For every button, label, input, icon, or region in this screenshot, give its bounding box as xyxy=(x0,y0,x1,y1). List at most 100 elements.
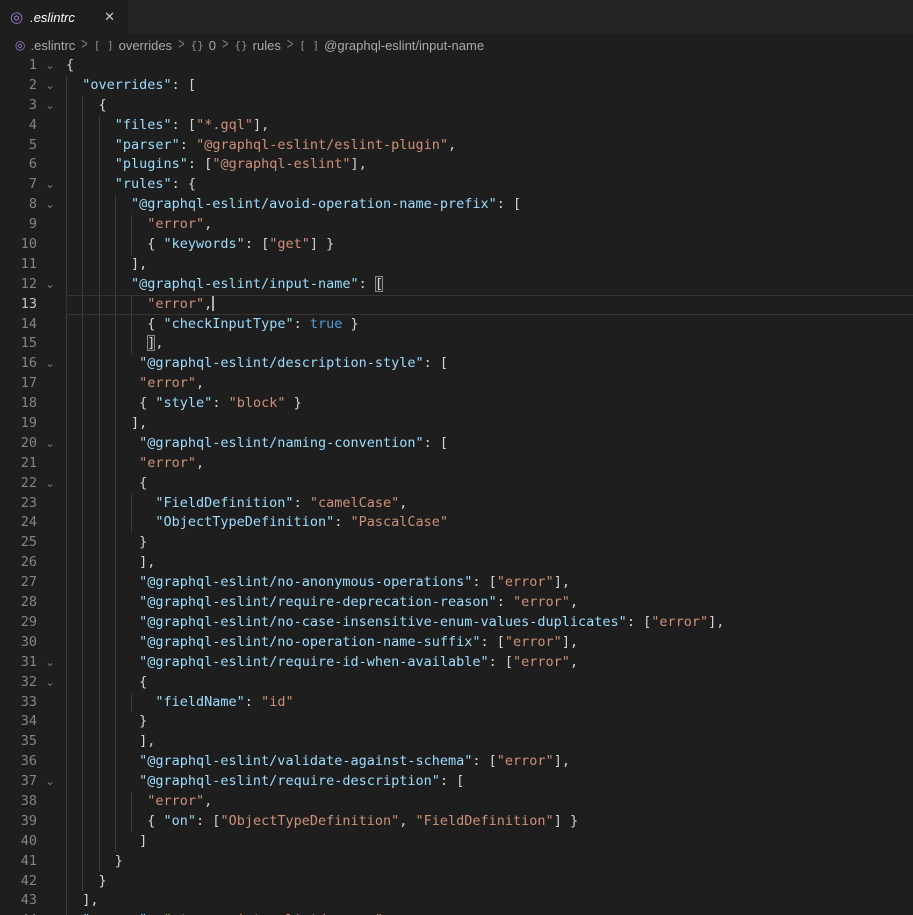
code-line[interactable]: 9"error", xyxy=(0,215,913,235)
code-content[interactable]: "@graphql-eslint/avoid-operation-name-pr… xyxy=(63,195,913,215)
code-content[interactable]: ], xyxy=(63,732,913,752)
fold-chevron-icon[interactable]: ⌄ xyxy=(37,76,63,96)
code-content[interactable]: "ObjectTypeDefinition": "PascalCase" xyxy=(63,513,913,533)
code-line[interactable]: 2⌄"overrides": [ xyxy=(0,76,913,96)
breadcrumb-item--graphql-eslint-input-name[interactable]: [ ]@graphql-eslint/input-name xyxy=(299,38,484,53)
code-line[interactable]: 26], xyxy=(0,553,913,573)
code-line[interactable]: 13"error", xyxy=(0,295,913,315)
code-content[interactable]: "parser": "@graphql-eslint/eslint-plugin… xyxy=(63,136,913,156)
code-content[interactable]: "@graphql-eslint/require-deprecation-rea… xyxy=(63,593,913,613)
code-line[interactable]: 4"files": ["*.gql"], xyxy=(0,116,913,136)
code-line[interactable]: 38"error", xyxy=(0,792,913,812)
code-line[interactable]: 16⌄"@graphql-eslint/description-style": … xyxy=(0,354,913,374)
code-content[interactable]: "error", xyxy=(63,454,913,474)
code-line[interactable]: 28"@graphql-eslint/require-deprecation-r… xyxy=(0,593,913,613)
code-line[interactable]: 33"fieldName": "id" xyxy=(0,693,913,713)
code-content[interactable]: } xyxy=(63,712,913,732)
code-line[interactable]: 43], xyxy=(0,891,913,911)
code-content[interactable]: { xyxy=(63,474,913,494)
code-content[interactable]: "files": ["*.gql"], xyxy=(63,116,913,136)
code-content[interactable]: "overrides": [ xyxy=(63,76,913,96)
code-content[interactable]: "rules": { xyxy=(63,175,913,195)
code-line[interactable]: 39{ "on": ["ObjectTypeDefinition", "Fiel… xyxy=(0,812,913,832)
code-content[interactable]: "plugins": ["@graphql-eslint"], xyxy=(63,155,913,175)
code-line[interactable]: 25} xyxy=(0,533,913,553)
code-line[interactable]: 30"@graphql-eslint/no-operation-name-suf… xyxy=(0,633,913,653)
breadcrumb-item--eslintrc[interactable]: ◎.eslintrc xyxy=(15,38,75,53)
code-content[interactable]: "error", xyxy=(63,295,913,315)
code-line[interactable]: 7⌄"rules": { xyxy=(0,175,913,195)
code-line[interactable]: 44"parser": "@typescript-eslint/parser", xyxy=(0,911,913,915)
code-line[interactable]: 6"plugins": ["@graphql-eslint"], xyxy=(0,155,913,175)
fold-chevron-icon[interactable]: ⌄ xyxy=(37,772,63,792)
code-content[interactable]: { "style": "block" } xyxy=(63,394,913,414)
code-content[interactable]: } xyxy=(63,872,913,892)
breadcrumb-item-0[interactable]: {}0 xyxy=(191,38,216,53)
code-line[interactable]: 31⌄"@graphql-eslint/require-id-when-avai… xyxy=(0,653,913,673)
code-content[interactable]: ], xyxy=(63,891,913,911)
code-line[interactable]: 40] xyxy=(0,832,913,852)
code-line[interactable]: 23"FieldDefinition": "camelCase", xyxy=(0,494,913,514)
code-content[interactable]: "@graphql-eslint/require-description": [ xyxy=(63,772,913,792)
code-line[interactable]: 17"error", xyxy=(0,374,913,394)
code-content[interactable]: "fieldName": "id" xyxy=(63,693,913,713)
code-content[interactable]: ], xyxy=(63,553,913,573)
code-content[interactable]: "FieldDefinition": "camelCase", xyxy=(63,494,913,514)
code-content[interactable]: { xyxy=(63,673,913,693)
code-line[interactable]: 19], xyxy=(0,414,913,434)
code-content[interactable]: "@graphql-eslint/no-anonymous-operations… xyxy=(63,573,913,593)
breadcrumb-item-rules[interactable]: {}rules xyxy=(234,38,280,53)
code-content[interactable]: { "keywords": ["get"] } xyxy=(63,235,913,255)
code-content[interactable]: "@graphql-eslint/naming-convention": [ xyxy=(63,434,913,454)
code-content[interactable]: "@graphql-eslint/validate-against-schema… xyxy=(63,752,913,772)
breadcrumb-item-overrides[interactable]: [ ]overrides xyxy=(94,38,172,53)
code-content[interactable]: { xyxy=(63,96,913,116)
code-content[interactable]: ] xyxy=(63,832,913,852)
code-line[interactable]: 3⌄{ xyxy=(0,96,913,116)
code-line[interactable]: 12⌄"@graphql-eslint/input-name": [ xyxy=(0,275,913,295)
code-content[interactable]: { xyxy=(63,56,913,76)
code-line[interactable]: 8⌄"@graphql-eslint/avoid-operation-name-… xyxy=(0,195,913,215)
code-content[interactable]: "error", xyxy=(63,215,913,235)
code-line[interactable]: 20⌄"@graphql-eslint/naming-convention": … xyxy=(0,434,913,454)
code-content[interactable]: } xyxy=(63,852,913,872)
code-content[interactable]: "error", xyxy=(63,374,913,394)
code-line[interactable]: 42} xyxy=(0,872,913,892)
code-content[interactable]: "@graphql-eslint/description-style": [ xyxy=(63,354,913,374)
tab-close-button[interactable]: ✕ xyxy=(101,8,118,27)
code-content[interactable]: ], xyxy=(63,255,913,275)
code-content[interactable]: "@graphql-eslint/input-name": [ xyxy=(63,275,913,295)
code-line[interactable]: 14{ "checkInputType": true } xyxy=(0,315,913,335)
code-line[interactable]: 11], xyxy=(0,255,913,275)
code-line[interactable]: 41} xyxy=(0,852,913,872)
code-line[interactable]: 36"@graphql-eslint/validate-against-sche… xyxy=(0,752,913,772)
code-content[interactable]: { "checkInputType": true } xyxy=(63,315,913,335)
code-line[interactable]: 37⌄"@graphql-eslint/require-description"… xyxy=(0,772,913,792)
fold-chevron-icon[interactable]: ⌄ xyxy=(37,96,63,116)
code-line[interactable]: 35], xyxy=(0,732,913,752)
code-content[interactable]: { "on": ["ObjectTypeDefinition", "FieldD… xyxy=(63,812,913,832)
code-line[interactable]: 29"@graphql-eslint/no-case-insensitive-e… xyxy=(0,613,913,633)
code-content[interactable]: "@graphql-eslint/no-case-insensitive-enu… xyxy=(63,613,913,633)
code-line[interactable]: 15], xyxy=(0,334,913,354)
fold-chevron-icon[interactable]: ⌄ xyxy=(37,474,63,494)
code-line[interactable]: 27"@graphql-eslint/no-anonymous-operatio… xyxy=(0,573,913,593)
fold-chevron-icon[interactable]: ⌄ xyxy=(37,434,63,454)
code-line[interactable]: 34} xyxy=(0,712,913,732)
code-content[interactable]: } xyxy=(63,533,913,553)
code-content[interactable]: ], xyxy=(63,334,913,354)
fold-chevron-icon[interactable]: ⌄ xyxy=(37,653,63,673)
fold-chevron-icon[interactable]: ⌄ xyxy=(37,354,63,374)
code-content[interactable]: "parser": "@typescript-eslint/parser", xyxy=(63,911,913,915)
code-line[interactable]: 18{ "style": "block" } xyxy=(0,394,913,414)
fold-chevron-icon[interactable]: ⌄ xyxy=(37,175,63,195)
code-line[interactable]: 22⌄{ xyxy=(0,474,913,494)
code-line[interactable]: 21"error", xyxy=(0,454,913,474)
fold-chevron-icon[interactable]: ⌄ xyxy=(37,195,63,215)
code-line[interactable]: 32⌄{ xyxy=(0,673,913,693)
code-content[interactable]: "@graphql-eslint/no-operation-name-suffi… xyxy=(63,633,913,653)
code-content[interactable]: "@graphql-eslint/require-id-when-availab… xyxy=(63,653,913,673)
fold-chevron-icon[interactable]: ⌄ xyxy=(37,56,63,76)
code-content[interactable]: ], xyxy=(63,414,913,434)
code-content[interactable]: "error", xyxy=(63,792,913,812)
